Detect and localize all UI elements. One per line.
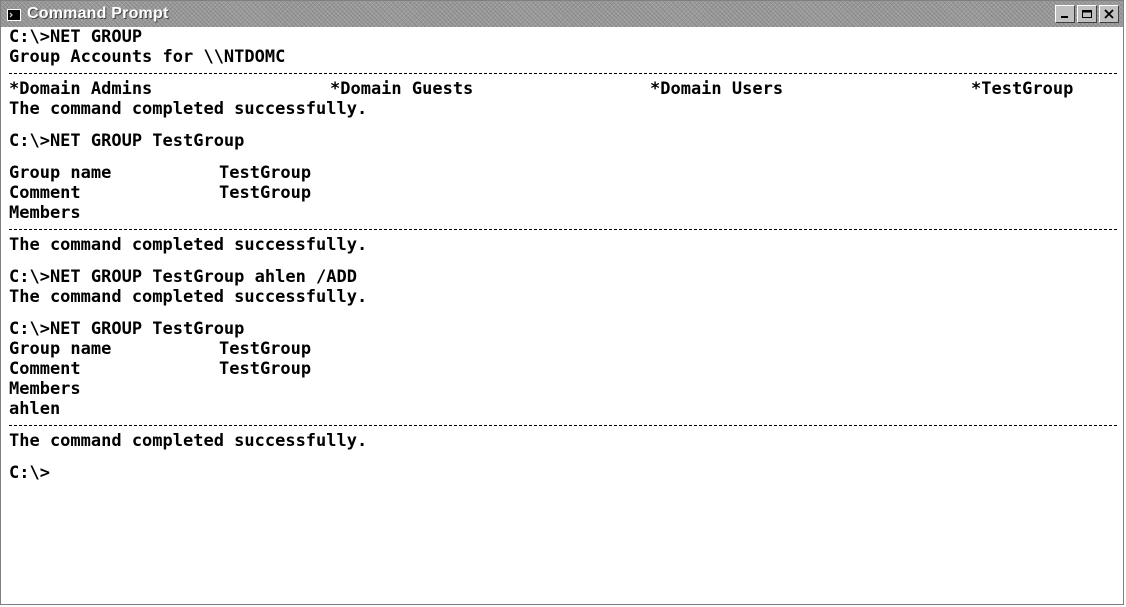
minimize-icon	[1061, 16, 1068, 18]
group-name-row: Group name TestGroup	[9, 163, 1117, 183]
console-output[interactable]: C:\>NET GROUP Group Accounts for \\NTDOM…	[1, 27, 1123, 604]
separator-line	[9, 67, 1117, 79]
console-line: Group Accounts for \\NTDOMC	[9, 47, 286, 67]
members-label: Members	[9, 203, 81, 223]
maximize-button[interactable]	[1077, 5, 1097, 23]
member-entry: ahlen	[9, 399, 61, 419]
group-list-row: *Domain Admins *Domain Guests *Domain Us…	[9, 79, 1117, 99]
command-prompt[interactable]: C:\>	[9, 463, 1117, 483]
minimize-button[interactable]	[1055, 5, 1075, 23]
field-label: Comment	[9, 359, 81, 379]
console-line: C:\>NET GROUP TestGroup	[9, 319, 245, 339]
console-line: C:\>NET GROUP	[9, 27, 143, 47]
group-entry: *Domain Users	[650, 79, 784, 99]
group-entry: *Domain Admins	[9, 79, 153, 99]
members-label: Members	[9, 379, 81, 399]
maximize-icon	[1082, 10, 1092, 18]
comment-row: Comment TestGroup	[9, 183, 1117, 203]
field-value: TestGroup	[219, 359, 312, 379]
command-prompt-window: Command Prompt C:\>NET GROUP Group Accou…	[0, 0, 1124, 605]
console-icon	[7, 7, 21, 21]
close-button[interactable]	[1099, 5, 1119, 23]
console-line: C:\>NET GROUP TestGroup	[9, 131, 245, 151]
field-label: Group name	[9, 339, 112, 359]
group-entry: *Domain Guests	[330, 79, 474, 99]
close-icon	[1104, 9, 1114, 19]
console-line: The command completed successfully.	[9, 287, 368, 307]
field-value: TestGroup	[219, 183, 312, 203]
group-entry: *TestGroup	[971, 79, 1074, 99]
separator-line	[9, 419, 1117, 431]
separator-line	[9, 223, 1117, 235]
group-name-row: Group name TestGroup	[9, 339, 1117, 359]
window-controls	[1055, 5, 1119, 23]
console-line: The command completed successfully.	[9, 99, 368, 119]
window-title: Command Prompt	[27, 5, 169, 22]
field-value: TestGroup	[219, 163, 312, 183]
console-line: The command completed successfully.	[9, 235, 368, 255]
field-value: TestGroup	[219, 339, 312, 359]
title-bar[interactable]: Command Prompt	[1, 1, 1123, 27]
console-line: The command completed successfully.	[9, 431, 368, 451]
field-label: Group name	[9, 163, 112, 183]
console-line: C:\>NET GROUP TestGroup ahlen /ADD	[9, 267, 357, 287]
comment-row: Comment TestGroup	[9, 359, 1117, 379]
field-label: Comment	[9, 183, 81, 203]
